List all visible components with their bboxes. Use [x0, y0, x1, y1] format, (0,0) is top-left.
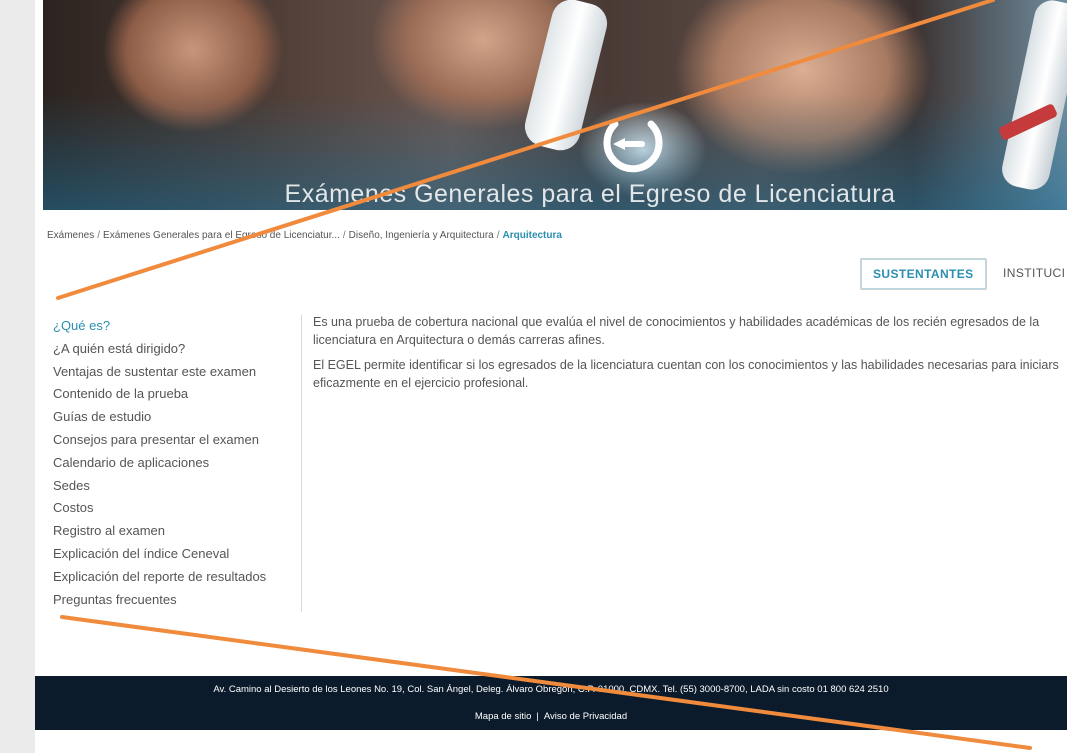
sidebar-item-consejos[interactable]: Consejos para presentar el examen — [53, 429, 301, 452]
sidebar-item-ventajas[interactable]: Ventajas de sustentar este examen — [53, 361, 301, 384]
sidebar-item-calendario[interactable]: Calendario de aplicaciones — [53, 452, 301, 475]
hero-banner: Exámenes Generales para el Egreso de Lic… — [43, 0, 1067, 210]
breadcrumb-separator: / — [496, 230, 500, 241]
sitemap-link[interactable]: Mapa de sitio — [475, 711, 532, 722]
sidebar-item-registro[interactable]: Registro al examen — [53, 520, 301, 543]
footer-address: Av. Camino al Desierto de los Leones No.… — [213, 684, 889, 695]
sidebar-item-sedes[interactable]: Sedes — [53, 475, 301, 498]
footer: Av. Camino al Desierto de los Leones No.… — [35, 676, 1067, 730]
content-paragraph: El EGEL permite identificar si los egres… — [313, 358, 1059, 390]
sidebar-item-a-quien[interactable]: ¿A quién está dirigido? — [53, 338, 301, 361]
breadcrumb-item-examenes[interactable]: Exámenes — [47, 230, 94, 241]
content-paragraph: Es una prueba de cobertura nacional que … — [313, 315, 1040, 347]
breadcrumb-separator: / — [97, 230, 101, 241]
main-content: Es una prueba de cobertura nacional que … — [313, 313, 1067, 399]
sidebar-item-que-es[interactable]: ¿Qué es? — [53, 315, 301, 338]
breadcrumb-separator: / — [342, 230, 346, 241]
privacy-notice-link[interactable]: Aviso de Privacidad — [544, 711, 627, 722]
sidebar-item-indice[interactable]: Explicación del índice Ceneval — [53, 543, 301, 566]
footer-links: Mapa de sitio | Aviso de Privacidad — [35, 711, 1067, 722]
sidebar-item-reporte[interactable]: Explicación del reporte de resultados — [53, 566, 301, 589]
breadcrumb-item-diseno[interactable]: Diseño, Ingeniería y Arquitectura — [349, 230, 494, 241]
tab-instituciones[interactable]: INSTITUCI — [991, 258, 1067, 288]
sidebar-item-costos[interactable]: Costos — [53, 497, 301, 520]
hero-title: Exámenes Generales para el Egreso de Lic… — [284, 180, 896, 208]
sidebar-item-contenido[interactable]: Contenido de la prueba — [53, 383, 301, 406]
sidebar-nav: ¿Qué es? ¿A quién está dirigido? Ventaja… — [53, 315, 302, 612]
audience-tabs: SUSTENTANTES INSTITUCI — [860, 258, 1067, 290]
breadcrumb-item-egel[interactable]: Exámenes Generales para el Egreso de Lic… — [103, 230, 340, 241]
sidebar-item-guias[interactable]: Guías de estudio — [53, 406, 301, 429]
footer-link-divider: | — [536, 711, 539, 722]
breadcrumb-current: Arquitectura — [502, 230, 562, 241]
tab-sustentantes[interactable]: SUSTENTANTES — [860, 258, 987, 290]
breadcrumb: Exámenes / Exámenes Generales para el Egre… — [47, 230, 562, 241]
sidebar-item-preguntas[interactable]: Preguntas frecuentes — [53, 589, 301, 612]
ceneval-logo-icon — [603, 120, 663, 173]
page: Exámenes Generales para el Egreso de Lic… — [35, 0, 1067, 753]
